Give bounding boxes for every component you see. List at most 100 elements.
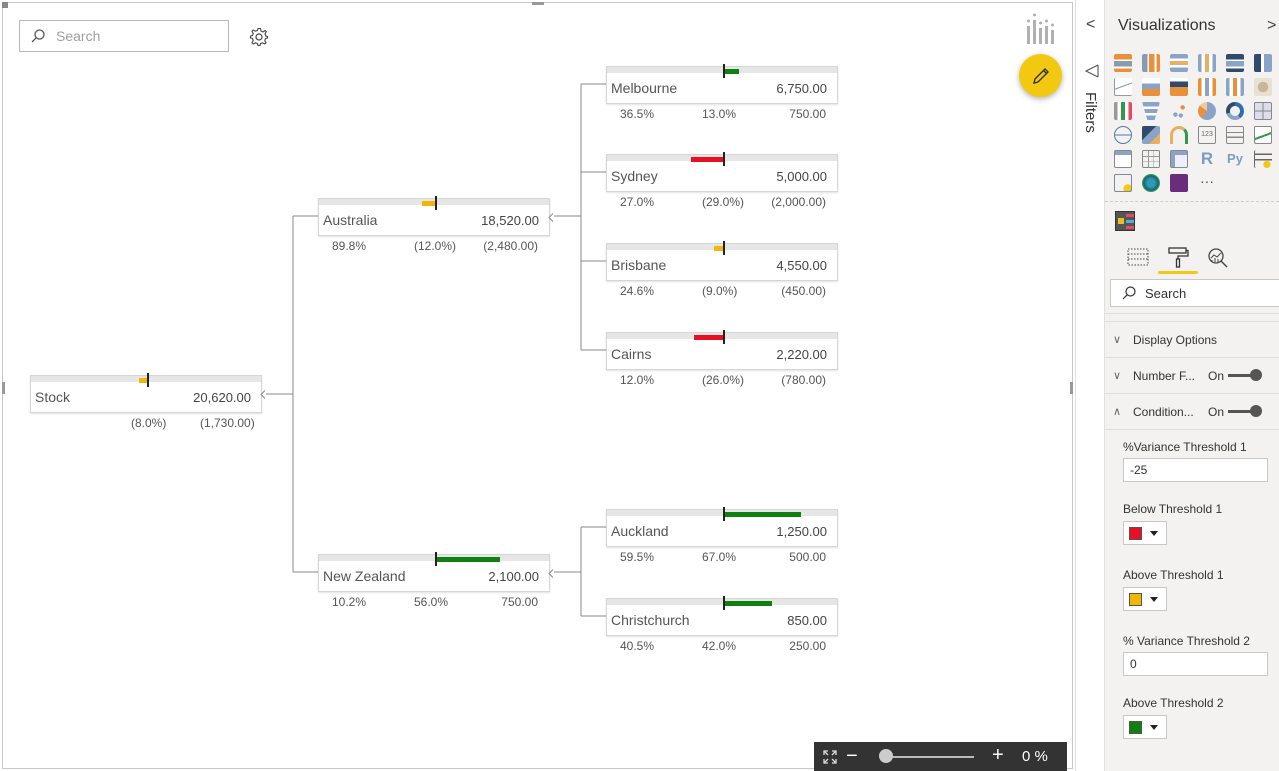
variance-bar-track [607,599,837,605]
tree-node-brisbane[interactable]: Brisbane 4,550.00 [606,241,838,281]
line-chart-icon[interactable] [1114,78,1132,96]
variance-bar-track [607,67,837,73]
tree-node-auckland[interactable]: Auckland 1,250.00 [606,507,838,547]
node-name: Auckland [611,523,669,539]
node-pct-of-parent: 24.6% [620,284,655,298]
threshold1-input[interactable]: -25 [1123,458,1268,482]
python-visual-icon[interactable]: Py [1226,150,1244,168]
section-display-options[interactable]: ∨ Display Options [1105,321,1279,357]
analytics-magnifier-icon[interactable] [1206,246,1230,268]
clustered-column-chart-icon[interactable] [1198,54,1216,72]
key-influencers-icon[interactable] [1254,150,1272,168]
node-pct-variance: 67.0% [702,550,737,564]
tree-node-sydney[interactable]: Sydney 5,000.00 [606,152,838,192]
r-script-visual-icon[interactable]: R [1198,150,1216,168]
node-pct-variance: (12.0%) [414,239,457,253]
table-icon[interactable] [1142,150,1160,168]
line-and-clustered-column-icon[interactable] [1226,78,1244,96]
above-threshold1-label: Above Threshold 1 [1123,568,1224,582]
tree-node-australia[interactable]: Australia 18,520.00 [318,196,554,236]
format-paint-roller-icon[interactable] [1166,246,1190,268]
area-chart-icon[interactable] [1142,78,1160,96]
matrix-icon[interactable] [1170,150,1188,168]
format-search-input[interactable]: Search [1110,279,1279,307]
kpi-icon[interactable] [1254,126,1272,144]
line-and-column-chart-icon[interactable] [1198,78,1216,96]
section-number-format[interactable]: ∨ Number F... On [1105,357,1279,393]
ribbon-chart-icon[interactable] [1254,78,1272,96]
collapse-chevron-icon[interactable] [547,213,556,222]
fields-tab-icon[interactable] [1126,246,1150,268]
node-name: Brisbane [611,257,667,273]
zoom-slider-thumb[interactable] [879,749,893,763]
filters-label[interactable]: Filters [1082,92,1099,133]
tree-node-stock[interactable]: Stock 20,620.00 [30,373,266,413]
more-visuals-icon[interactable]: ··· [1198,174,1216,192]
chevron-left-icon[interactable]: < [1086,16,1095,34]
toggle-label: On [1208,368,1225,383]
node-pct-of-parent: 36.5% [620,107,655,121]
tree-node-new-zealand[interactable]: New Zealand 2,100.00 [318,552,554,592]
custom-decomposition-tree-visual-icon[interactable] [1115,211,1135,231]
node-variance: (450.00) [781,284,826,298]
node-pct-of-parent: 40.5% [620,639,655,653]
node-variance: (780.00) [781,373,826,387]
tree-node-melbourne[interactable]: Melbourne 6,750.00 [606,64,838,104]
multi-row-card-icon[interactable] [1226,126,1244,144]
node-variance: 750.00 [501,595,538,609]
above-threshold1-color-picker[interactable] [1123,587,1167,611]
visualizations-pane: Visualizations > 123 R Py ··· Search ∨ D… [1105,0,1279,771]
filter-funnel-icon [1085,64,1099,78]
funnel-chart-icon[interactable] [1142,102,1160,120]
node-name: Cairns [611,346,652,362]
above-threshold2-color-picker[interactable] [1123,715,1167,739]
fit-to-screen-icon[interactable] [823,750,837,764]
scatter-chart-icon[interactable] [1170,102,1188,120]
stacked-bar-chart-icon[interactable] [1114,54,1132,72]
variance-bar-fill [724,512,802,517]
node-variance: (2,000.00) [771,195,826,209]
zoom-slider-track[interactable] [884,756,974,758]
dropdown-arrow-icon [1150,531,1158,536]
arcgis-map-icon[interactable] [1142,174,1160,192]
stacked-column-chart-icon[interactable] [1142,54,1160,72]
node-pct-of-parent: 10.2% [332,595,367,609]
100-stacked-column-chart-icon[interactable] [1254,54,1272,72]
visualizations-title: Visualizations [1118,17,1216,34]
treemap-icon[interactable] [1254,102,1272,120]
zoom-out-button[interactable]: − [846,745,858,768]
chevron-right-icon[interactable]: > [1267,17,1276,35]
tree-node-christchurch[interactable]: Christchurch 850.00 [606,596,838,636]
node-pct-of-parent: 12.0% [620,373,655,387]
clustered-bar-chart-icon[interactable] [1170,54,1188,72]
gauge-icon[interactable] [1170,126,1188,144]
collapse-chevron-icon[interactable] [547,569,556,578]
node-pct-variance: 42.0% [702,639,737,653]
card-icon[interactable]: 123 [1198,126,1216,144]
number-format-toggle[interactable] [1228,369,1262,381]
variance-bar-baseline [435,196,437,210]
slicer-icon[interactable] [1114,150,1132,168]
map-icon[interactable] [1114,126,1132,144]
conditional-formatting-toggle[interactable] [1228,405,1262,417]
smart-narrative-icon[interactable] [1114,174,1132,192]
filled-map-icon[interactable] [1142,126,1160,144]
below-threshold1-color-picker[interactable] [1123,521,1167,545]
node-pct-variance: 56.0% [414,595,449,609]
gallery-separator [1105,201,1279,202]
power-apps-icon[interactable] [1170,174,1188,192]
pie-chart-icon[interactable] [1198,102,1216,120]
tree-node-cairns[interactable]: Cairns 2,220.00 [606,330,838,370]
threshold2-input[interactable]: 0 [1123,652,1268,676]
waterfall-chart-icon[interactable] [1114,102,1132,120]
stacked-area-chart-icon[interactable] [1170,78,1188,96]
node-value: 2,100.00 [488,569,539,584]
search-icon [1122,286,1136,300]
section-conditional-formatting[interactable]: ∧ Condition... On [1105,393,1279,429]
zoom-in-button[interactable]: + [992,744,1004,767]
report-canvas: Search Stock 20,620.00 (8.0%) (1,730.00)… [0,0,1075,771]
node-pct-variance: (9.0%) [702,284,738,298]
100-stacked-bar-chart-icon[interactable] [1226,54,1244,72]
collapse-chevron-icon[interactable] [259,390,268,399]
donut-chart-icon[interactable] [1226,102,1244,120]
